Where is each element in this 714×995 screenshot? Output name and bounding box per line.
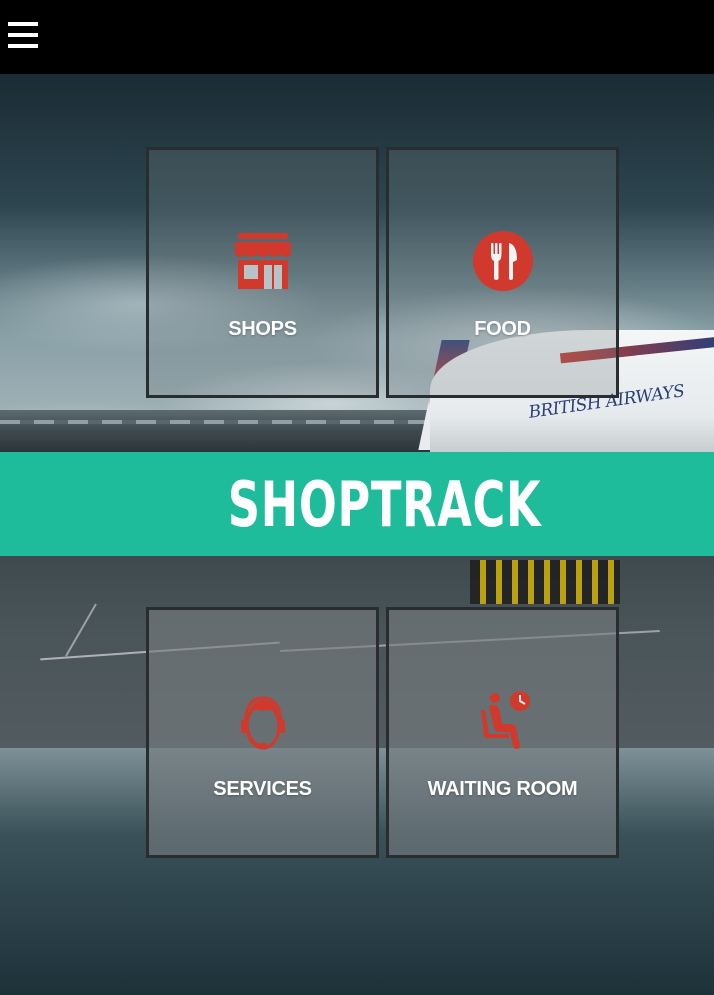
waiting-room-icon [480,691,530,749]
app-title: SHOPTRACK [228,467,542,541]
hamburger-menu-icon[interactable] [8,22,38,54]
customer-service-icon [240,696,285,750]
tile-food[interactable]: FOOD [386,147,619,398]
tile-label-services: SERVICES [213,778,312,800]
tile-shops[interactable]: SHOPS [146,147,379,398]
shop-icon [234,233,291,289]
menu-line [8,22,38,26]
tile-label-waiting-room: WAITING ROOM [427,778,578,800]
tile-services[interactable]: SERVICES [146,607,379,858]
tile-label-shops: SHOPS [228,318,297,340]
top-app-bar [0,0,714,74]
fork-knife-icon [472,231,533,291]
menu-line [8,33,38,37]
tarmac-barrier [470,560,620,604]
menu-line [8,44,38,48]
terminal-windows [0,420,450,424]
tile-label-food: FOOD [474,318,531,340]
tile-waiting-room[interactable]: WAITING ROOM [386,607,619,858]
airport-terminal-building [0,410,450,452]
app-title-banner: SHOPTRACK [0,452,714,556]
